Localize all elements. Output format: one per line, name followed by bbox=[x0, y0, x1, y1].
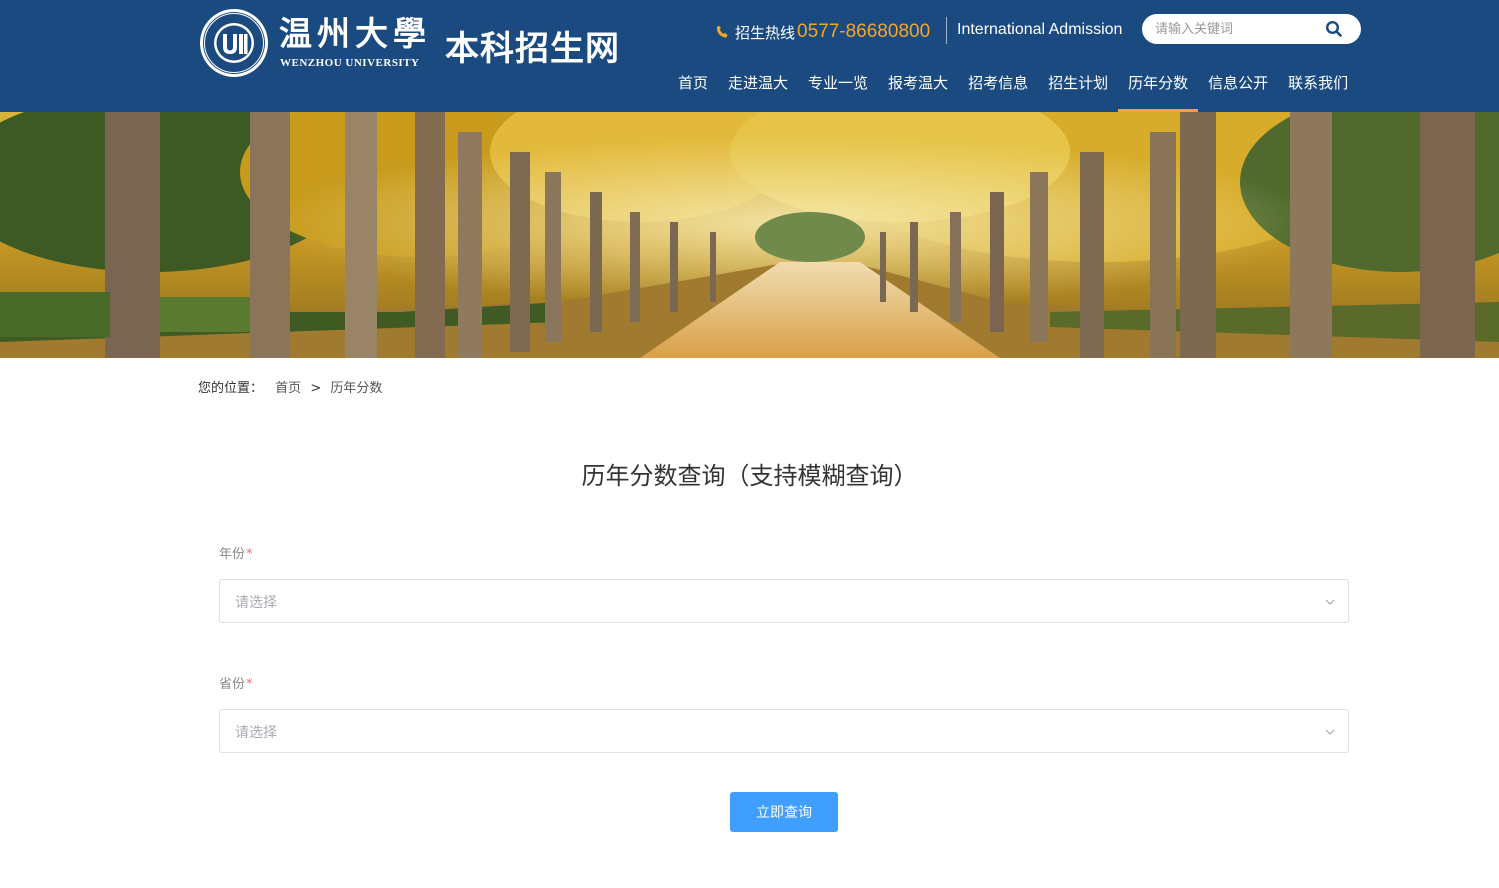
header-divider bbox=[946, 17, 947, 44]
breadcrumb-current: 历年分数 bbox=[330, 381, 383, 396]
university-seal-logo[interactable] bbox=[198, 7, 270, 79]
hotline-number: 0577-86680800 bbox=[797, 21, 931, 42]
nav-info-disclosure[interactable]: 信息公开 bbox=[1198, 63, 1278, 112]
ginkgo-avenue-photo bbox=[0, 112, 1499, 358]
search-input[interactable] bbox=[1155, 18, 1320, 40]
international-admission-link[interactable]: International Admission bbox=[957, 21, 1122, 39]
breadcrumb-separator: > bbox=[310, 381, 322, 396]
nav-admission-plan[interactable]: 招生计划 bbox=[1038, 63, 1118, 112]
year-label: 年份* bbox=[219, 543, 253, 562]
nav-exam-info[interactable]: 招考信息 bbox=[958, 63, 1038, 112]
site-header: 温州大學 WENZHOU UNIVERSITY 本科招生网 招生热线 0577-… bbox=[0, 0, 1499, 112]
phone-icon bbox=[716, 25, 728, 38]
chevron-down-icon bbox=[1325, 599, 1335, 605]
search-icon[interactable] bbox=[1325, 20, 1343, 38]
breadcrumb-label: 您的位置： bbox=[198, 381, 264, 396]
search-box bbox=[1142, 14, 1361, 44]
province-select-placeholder: 请选择 bbox=[235, 725, 277, 741]
required-mark: * bbox=[246, 547, 253, 562]
breadcrumb: 您的位置： 首页 > 历年分数 bbox=[198, 377, 382, 396]
breadcrumb-home-link[interactable]: 首页 bbox=[275, 381, 301, 396]
year-select[interactable]: 请选择 bbox=[219, 579, 1349, 623]
hotline-label: 招生热线 bbox=[735, 23, 796, 42]
required-mark: * bbox=[246, 677, 253, 692]
nav-about[interactable]: 走进温大 bbox=[718, 63, 798, 112]
nav-majors[interactable]: 专业一览 bbox=[798, 63, 878, 112]
nav-apply[interactable]: 报考温大 bbox=[878, 63, 958, 112]
province-label: 省份* bbox=[219, 673, 253, 692]
site-name: 本科招生网 bbox=[445, 29, 620, 69]
nav-historical-scores[interactable]: 历年分数 bbox=[1118, 63, 1199, 112]
query-submit-button[interactable]: 立即查询 bbox=[730, 792, 838, 832]
province-select[interactable]: 请选择 bbox=[219, 709, 1349, 753]
nav-home[interactable]: 首页 bbox=[668, 63, 718, 112]
university-name-en: WENZHOU UNIVERSITY bbox=[280, 57, 420, 69]
year-select-placeholder: 请选择 bbox=[235, 595, 277, 611]
university-name-cn: 温州大學 bbox=[279, 14, 431, 53]
nav-contact[interactable]: 联系我们 bbox=[1278, 63, 1358, 112]
admission-hotline: 招生热线 0577-86680800 bbox=[715, 18, 930, 46]
province-label-text: 省份 bbox=[219, 677, 246, 692]
main-nav: 首页 走进温大 专业一览 报考温大 招考信息 招生计划 历年分数 信息公开 联系… bbox=[668, 63, 1358, 112]
banner-image bbox=[0, 112, 1499, 358]
year-label-text: 年份 bbox=[219, 547, 246, 562]
chevron-down-icon bbox=[1325, 729, 1335, 735]
page-title: 历年分数查询（支持模糊查询） bbox=[581, 462, 918, 490]
